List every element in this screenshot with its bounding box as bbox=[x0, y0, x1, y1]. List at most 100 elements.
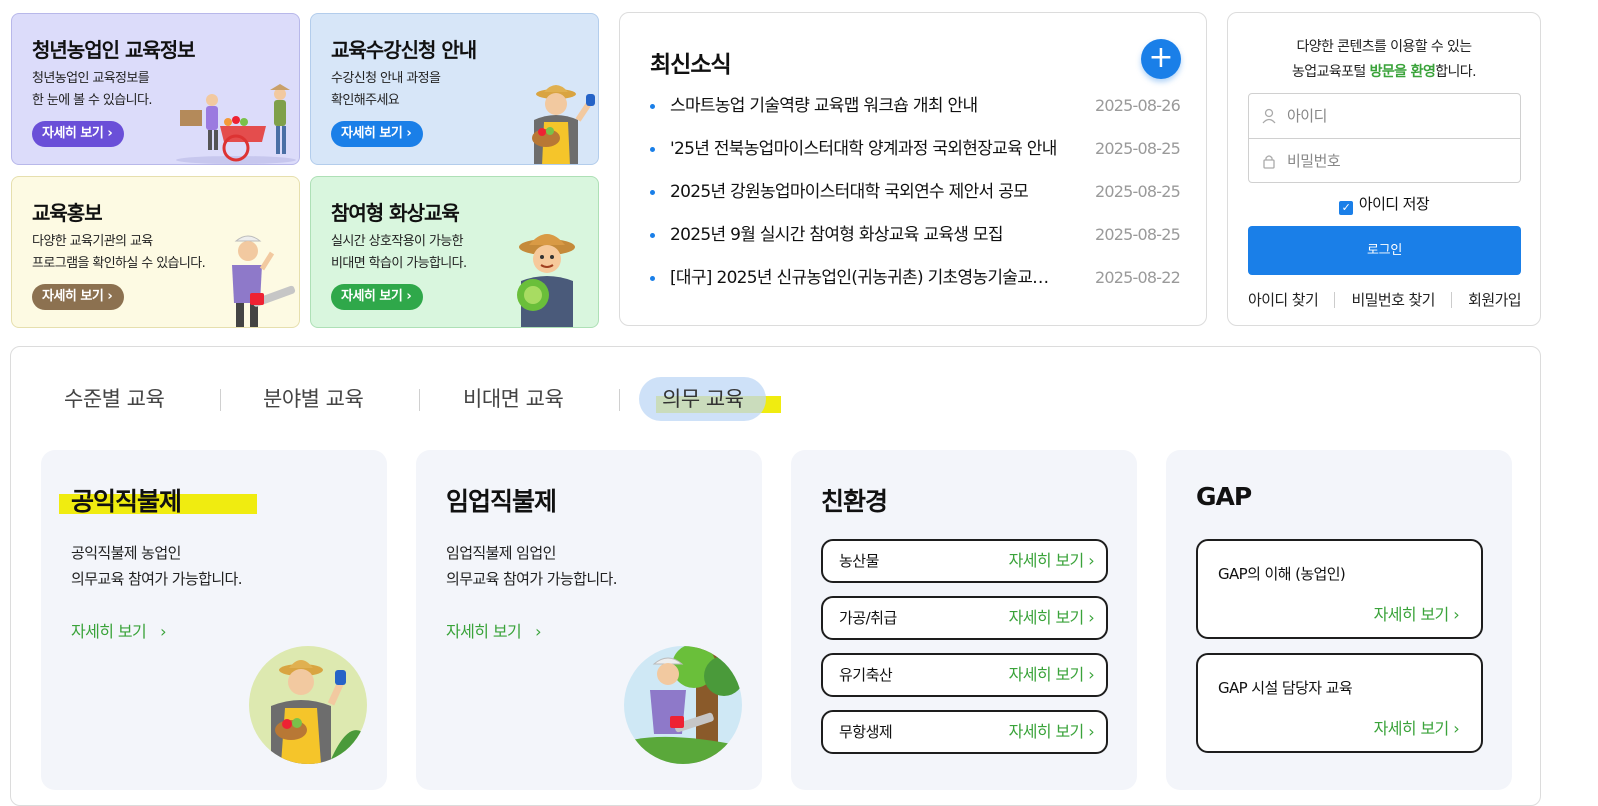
chevron-right-icon: › bbox=[1453, 719, 1459, 738]
farmers-cart-illustration bbox=[176, 84, 296, 164]
gap-item-more[interactable]: 자세히 보기 › bbox=[1374, 715, 1460, 739]
panel-eco-friendly: 친환경 농산물 자세히 보기 › 가공/취급 자세히 보기 › 유기축산 자세히… bbox=[791, 450, 1137, 790]
tab-level[interactable]: 수준별 교육 bbox=[64, 377, 165, 421]
save-id-label: 아이디 저장 bbox=[1358, 195, 1430, 213]
eco-item-label: 농산물 bbox=[839, 552, 879, 570]
chevron-right-icon: › bbox=[406, 126, 412, 141]
news-list: 스마트농업 기술역량 교육맵 워크숍 개최 안내 2025-08-26 '25년 … bbox=[650, 91, 1181, 306]
education-tabs: 수준별 교육 분야별 교육 비대면 교육 의무 교육 bbox=[11, 377, 1540, 421]
checkbox-checked-icon[interactable]: ✓ bbox=[1338, 201, 1353, 215]
divider bbox=[619, 389, 620, 411]
panel-more-link[interactable]: 자세히 보기 › bbox=[71, 618, 166, 642]
promo-desc: 청년농업인 교육정보를 한 눈에 볼 수 있습니다. bbox=[32, 71, 153, 108]
farmer-basket-illustration bbox=[532, 85, 595, 164]
bullet-icon bbox=[650, 147, 655, 152]
gap-item-label: GAP 시설 담당자 교육 bbox=[1218, 679, 1353, 697]
save-id-option[interactable]: ✓ 아이디 저장 bbox=[1228, 193, 1540, 215]
signup-link[interactable]: 회원가입 bbox=[1468, 289, 1521, 310]
news-item-date: 2025-08-22 bbox=[1095, 268, 1181, 287]
gap-item-label: GAP의 이해 (농업인) bbox=[1218, 565, 1346, 583]
divider bbox=[220, 389, 221, 411]
chevron-right-icon: › bbox=[1088, 722, 1094, 741]
gap-item-button[interactable]: GAP 시설 담당자 교육 자세히 보기 › bbox=[1196, 653, 1483, 753]
lock-icon bbox=[1263, 155, 1275, 169]
eco-item-button[interactable]: 농산물 자세히 보기 › bbox=[821, 539, 1108, 583]
chevron-right-icon: › bbox=[107, 289, 113, 304]
password-input[interactable] bbox=[1287, 145, 1507, 177]
tab-online[interactable]: 비대면 교육 bbox=[463, 377, 564, 421]
bullet-icon bbox=[650, 276, 655, 281]
find-id-link[interactable]: 아이디 찾기 bbox=[1248, 289, 1319, 310]
eco-item-more[interactable]: 자세히 보기 › bbox=[1009, 541, 1095, 581]
eco-item-more[interactable]: 자세히 보기 › bbox=[1009, 712, 1095, 752]
promo-card-youth[interactable]: 청년농업인 교육정보 청년농업인 교육정보를 한 눈에 볼 수 있습니다. 자세히… bbox=[11, 13, 300, 165]
tab-mandatory[interactable]: 의무 교육 bbox=[639, 377, 767, 421]
gap-item-button[interactable]: GAP의 이해 (농업인) 자세히 보기 › bbox=[1196, 539, 1483, 639]
news-item-title[interactable]: 2025년 9월 실시간 참여형 화상교육 교육생 모집 bbox=[670, 220, 1060, 250]
divider bbox=[1334, 292, 1336, 308]
tab-field[interactable]: 분야별 교육 bbox=[263, 377, 364, 421]
promo-title: 청년농업인 교육정보 bbox=[32, 38, 196, 62]
news-panel: 최신소식 + 스마트농업 기술역량 교육맵 워크숍 개최 안내 2025-08-2… bbox=[619, 12, 1207, 326]
news-item-title[interactable]: '25년 전북농업마이스터대학 양계과정 국외현장교육 안내 bbox=[670, 134, 1060, 164]
promo-card-promotion[interactable]: 교육홍보 다양한 교육기관의 교육 프로그램을 확인하실 수 있습니다. 자세히 … bbox=[11, 176, 300, 328]
gap-item-more[interactable]: 자세히 보기 › bbox=[1374, 601, 1460, 625]
promo-more-button[interactable]: 자세히 보기 › bbox=[32, 121, 125, 147]
news-item[interactable]: 2025년 강원농업마이스터대학 국외연수 제안서 공모 2025-08-25 bbox=[650, 177, 1181, 220]
news-item[interactable]: [대구] 2025년 신규농업인(귀농귀촌) 기초영농기술교육 안내 2025-0… bbox=[650, 263, 1181, 306]
eco-item-label: 유기축산 bbox=[839, 666, 893, 684]
news-item-title[interactable]: 스마트농업 기술역량 교육맵 워크숍 개최 안내 bbox=[670, 91, 1060, 121]
bullet-icon bbox=[650, 233, 655, 238]
eco-item-more[interactable]: 자세히 보기 › bbox=[1009, 598, 1095, 638]
news-item[interactable]: 2025년 9월 실시간 참여형 화상교육 교육생 모집 2025-08-25 bbox=[650, 220, 1181, 263]
news-item-title[interactable]: 2025년 강원농업마이스터대학 국외연수 제안서 공모 bbox=[670, 177, 1060, 207]
news-item-date: 2025-08-25 bbox=[1095, 182, 1181, 201]
chevron-right-icon: › bbox=[160, 622, 166, 641]
eco-item-label: 가공/취급 bbox=[839, 609, 897, 627]
login-welcome: 다양한 콘텐츠를 이용할 수 있는 농업교육포털 방문을 환영합니다. bbox=[1292, 39, 1477, 80]
chevron-right-icon: › bbox=[1088, 665, 1094, 684]
user-id-input[interactable] bbox=[1287, 100, 1507, 132]
eco-item-button[interactable]: 가공/취급 자세히 보기 › bbox=[821, 596, 1108, 640]
promo-more-button[interactable]: 자세히 보기 › bbox=[331, 121, 424, 147]
promo-card-video[interactable]: 참여형 화상교육 실시간 상호작용이 가능한 비대면 학습이 가능합니다. 자세히… bbox=[310, 176, 599, 328]
chevron-right-icon: › bbox=[107, 126, 113, 141]
panel-public-payment: 공익직불제 공익직불제 농업인 의무교육 참여가 가능합니다. 자세히 보기 › bbox=[41, 450, 387, 790]
promo-desc: 실시간 상호작용이 가능한 비대면 학습이 가능합니다. bbox=[331, 234, 467, 271]
user-icon bbox=[1262, 108, 1276, 124]
promo-desc: 다양한 교육기관의 교육 프로그램을 확인하실 수 있습니다. bbox=[32, 234, 206, 271]
education-section: 수준별 교육 분야별 교육 비대면 교육 의무 교육 공익직불제 공익직불제 농… bbox=[10, 346, 1541, 806]
find-password-link[interactable]: 비밀번호 찾기 bbox=[1351, 289, 1435, 310]
panel-desc: 임업직불제 임업인 의무교육 참여가 가능합니다. bbox=[446, 544, 618, 588]
eco-item-more[interactable]: 자세히 보기 › bbox=[1009, 655, 1095, 695]
panel-title: GAP bbox=[1196, 482, 1252, 511]
chevron-right-icon: › bbox=[1453, 605, 1459, 624]
chevron-right-icon: › bbox=[1088, 608, 1094, 627]
promo-title: 교육수강신청 안내 bbox=[331, 38, 477, 62]
pw-field-row bbox=[1249, 138, 1520, 182]
login-button[interactable]: 로그인 bbox=[1248, 226, 1521, 275]
eco-item-button[interactable]: 유기축산 자세히 보기 › bbox=[821, 653, 1108, 697]
panel-title: 공익직불제 bbox=[71, 487, 182, 516]
panel-more-link[interactable]: 자세히 보기 › bbox=[446, 618, 541, 642]
divider bbox=[419, 389, 420, 411]
news-item[interactable]: 스마트농업 기술역량 교육맵 워크숍 개최 안내 2025-08-26 bbox=[650, 91, 1181, 134]
eco-item-label: 무항생제 bbox=[839, 723, 893, 741]
bullet-icon bbox=[650, 190, 655, 195]
news-item[interactable]: '25년 전북농업마이스터대학 양계과정 국외현장교육 안내 2025-08-25 bbox=[650, 134, 1181, 177]
news-item-title[interactable]: [대구] 2025년 신규농업인(귀농귀촌) 기초영농기술교육 안내 bbox=[670, 263, 1060, 293]
chevron-right-icon: › bbox=[535, 622, 541, 641]
eco-item-button[interactable]: 무항생제 자세히 보기 › bbox=[821, 710, 1108, 754]
promo-more-button[interactable]: 자세히 보기 › bbox=[32, 284, 125, 310]
login-fields bbox=[1248, 93, 1521, 183]
news-item-date: 2025-08-25 bbox=[1095, 225, 1181, 244]
worker-chainsaw-illustration bbox=[232, 235, 296, 327]
panel-desc: 공익직불제 농업인 의무교육 참여가 가능합니다. bbox=[71, 544, 243, 588]
panel-title: 친환경 bbox=[821, 487, 888, 516]
chevron-right-icon: › bbox=[406, 289, 412, 304]
news-item-date: 2025-08-26 bbox=[1095, 96, 1181, 115]
promo-card-enrollment[interactable]: 교육수강신청 안내 수강신청 안내 과정을 확인해주세요 자세히 보기 › bbox=[310, 13, 599, 165]
promo-more-button[interactable]: 자세히 보기 › bbox=[331, 284, 424, 310]
news-more-plus-button[interactable]: + bbox=[1141, 39, 1181, 79]
account-links: 아이디 찾기 비밀번호 찾기 회원가입 bbox=[1248, 289, 1522, 310]
